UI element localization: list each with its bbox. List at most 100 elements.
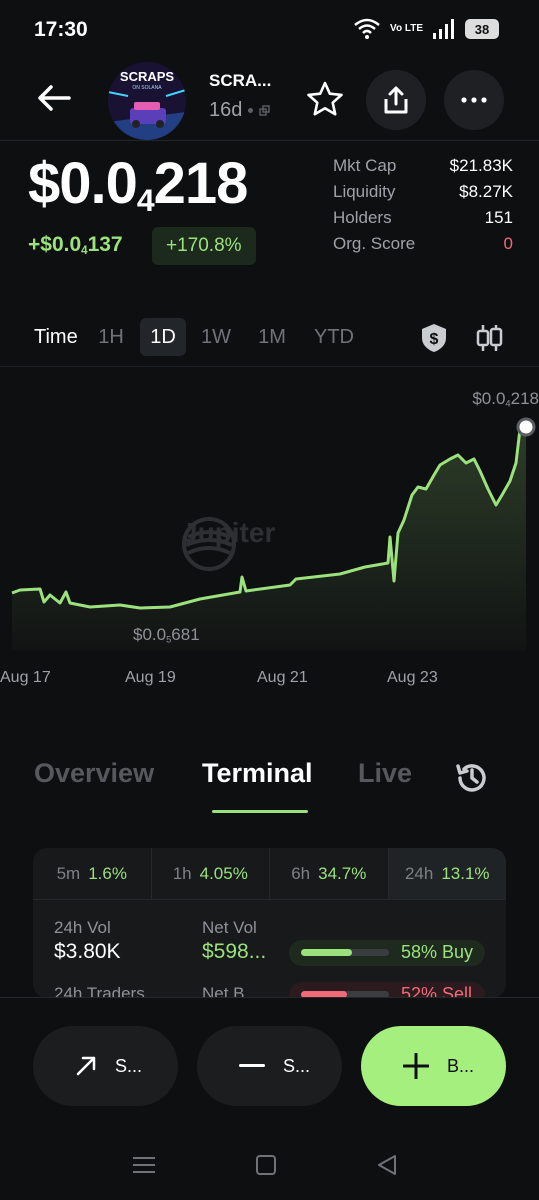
interval-6h[interactable]: 6h 34.7% [270, 848, 389, 899]
interval-value: 1.6% [88, 863, 127, 883]
buy-ratio-text: 58% Buy [401, 942, 474, 962]
traders-label: 24h Traders [54, 984, 145, 998]
stat-value: $21.83K [449, 156, 513, 175]
stat-value: $8.27K [459, 182, 513, 201]
stat-value: 151 [484, 208, 513, 227]
chart-max-label: $0.04218 [472, 389, 539, 409]
range-1m[interactable]: 1M [254, 318, 290, 356]
x-axis-label: Aug 19 [125, 669, 176, 686]
interval-24h[interactable]: 24h 13.1% [388, 848, 506, 899]
stat-row: Mkt Cap $21.83K [333, 156, 513, 182]
swap-button[interactable]: S... [197, 1026, 342, 1106]
time-range-selector: Time 1H 1D 1W 1M YTD $ [0, 318, 539, 358]
range-1d[interactable]: 1D [140, 318, 186, 356]
interval-value: 4.05% [199, 863, 248, 883]
recent-apps-button[interactable] [129, 1150, 159, 1180]
interval-label: 24h [404, 863, 434, 883]
interval-label: 5m [56, 863, 81, 883]
stat-label: Holders [333, 208, 392, 227]
min-prefix: $0.0 [133, 625, 167, 644]
sell-button[interactable]: S... [33, 1026, 178, 1106]
history-button[interactable] [452, 758, 492, 798]
token-logo-icon: SCRAPS ON SOLANA [108, 62, 186, 140]
menu-icon [133, 1157, 155, 1173]
buy-ratio-fill [301, 949, 353, 956]
jupiter-logo-icon [182, 517, 236, 571]
price-change-abs: +$0.04137 [28, 233, 123, 257]
interval-5m[interactable]: 5m 1.6% [33, 848, 152, 899]
tab-overview[interactable]: Overview [34, 758, 154, 789]
x-axis-label: Aug 23 [387, 669, 438, 686]
tab-terminal[interactable]: Terminal [202, 758, 313, 789]
chart-watermark: Jupiter [182, 517, 275, 571]
battery-icon: 38 [465, 19, 499, 39]
x-axis-label: Aug 21 [257, 669, 308, 686]
volte-indicator: Vo LTE [390, 23, 423, 34]
sell-ratio-pill: 52% Sell [289, 982, 485, 998]
share-button[interactable] [366, 70, 426, 130]
history-icon [456, 764, 486, 792]
net-vol-label: Net Vol [202, 918, 257, 937]
candlestick-toggle-button[interactable] [473, 322, 505, 354]
wifi-icon [354, 18, 380, 39]
system-back-button[interactable] [372, 1150, 402, 1180]
chart-min-label: $0.05681 [133, 625, 200, 645]
arrow-left-icon [38, 85, 71, 111]
candlestick-icon [476, 325, 503, 351]
star-icon [307, 81, 343, 116]
copy-link-icon[interactable] [259, 104, 271, 117]
trade-action-bar: S... S... B... [0, 997, 539, 1200]
stat-row: Org. Score 0 [333, 234, 513, 260]
interval-1h[interactable]: 1h 4.05% [152, 848, 270, 899]
interval-value: 34.7% [318, 863, 367, 883]
home-button[interactable] [251, 1150, 281, 1180]
status-icons: Vo LTE 38 [354, 18, 499, 40]
more-options-button[interactable] [444, 70, 504, 130]
range-ytd[interactable]: YTD [310, 318, 358, 356]
range-1w[interactable]: 1W [198, 318, 234, 356]
min-digits: 681 [171, 625, 200, 644]
price-prefix: $0.0 [28, 151, 138, 216]
buy-button-label: B... [447, 1055, 475, 1076]
token-age-value: 16d [209, 99, 243, 121]
price-change-pct: +170.8% [152, 227, 256, 265]
interval-row: 5m 1.6% 1h 4.05% 6h 34.7% 24h 13.1% [33, 848, 506, 900]
token-avatar: SCRAPS ON SOLANA [108, 62, 186, 140]
change-digits: 137 [87, 233, 123, 256]
favorite-button[interactable] [300, 74, 350, 124]
interval-label: 6h [291, 863, 311, 883]
time-label: Time [34, 325, 78, 348]
buy-ratio-pill: 58% Buy [289, 940, 485, 966]
price-digits: 218 [153, 151, 249, 216]
back-button[interactable] [32, 76, 76, 120]
dollar-badge-icon: $ [422, 324, 446, 352]
swap-button-label: S... [283, 1055, 311, 1076]
buy-ratio-track [301, 949, 389, 956]
current-price: $0.04218 [28, 150, 249, 219]
interval-value: 13.1% [441, 863, 490, 883]
sell-ratio-text: 52% Sell [401, 984, 473, 998]
terminal-card: 5m 1.6% 1h 4.05% 6h 34.7% 24h 13.1% 24h Vol … [33, 848, 506, 998]
signal-icon [433, 19, 454, 39]
stat-label: Mkt Cap [333, 156, 397, 175]
price-chart[interactable]: Jupiter $0.04218 $0.05681 Aug 17 Aug 19 … [0, 366, 539, 696]
token-stats: Mkt Cap $21.83K Liquidity $8.27K Holders 15… [333, 156, 513, 260]
avatar-text: SCRAPS [120, 69, 175, 84]
header-divider [0, 140, 539, 141]
range-1h[interactable]: 1H [94, 318, 128, 356]
token-age: 16d [209, 99, 271, 122]
plus-icon [403, 1053, 429, 1079]
tab-live[interactable]: Live [358, 758, 412, 789]
svg-text:$: $ [430, 331, 439, 348]
minus-icon [239, 1064, 265, 1067]
x-axis-label: Aug 17 [0, 669, 51, 686]
buy-button[interactable]: B... [361, 1026, 506, 1106]
change-prefix: +$0.0 [28, 233, 82, 256]
stat-row: Liquidity $8.27K [333, 182, 513, 208]
sell-button-label: S... [115, 1055, 143, 1076]
arrow-up-right-icon [76, 1056, 96, 1076]
currency-toggle-button[interactable]: $ [418, 322, 450, 354]
stat-value: 0 [503, 234, 513, 253]
net-buyers-label: Net B [202, 984, 245, 998]
stat-label: Org. Score [333, 234, 416, 253]
